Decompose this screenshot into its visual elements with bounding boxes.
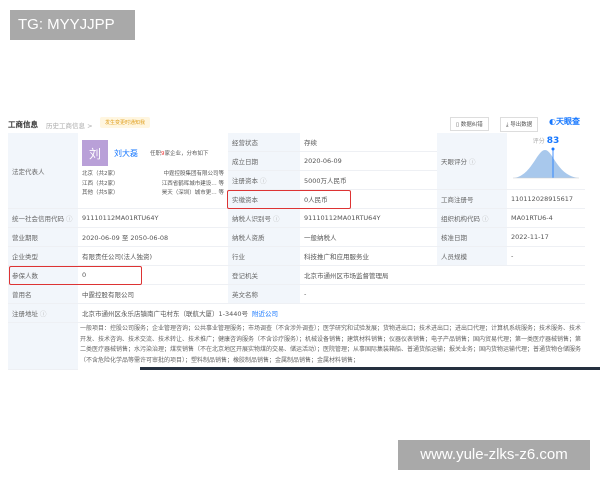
label: 行业 <box>228 247 300 266</box>
watermark-top: TG: MYYJJPP <box>10 10 135 40</box>
watermark-bottom: www.yule-zlks-z6.com <box>398 440 590 470</box>
value: 91110112MA01RTU64Y <box>78 209 228 228</box>
value: 110112028915617 <box>507 190 585 209</box>
export-label: 导出数据 <box>510 122 533 128</box>
label: 经营状态 <box>228 133 300 152</box>
score-chart[interactable]: 评分 83 <box>507 133 585 190</box>
section-title: 工商信息 <box>8 120 38 129</box>
label: 人员规模 <box>437 247 507 266</box>
legal-label: 法定代表人 <box>8 133 78 209</box>
avatar: 刘 <box>82 140 108 166</box>
help-icon[interactable]: ⓘ <box>469 156 476 166</box>
business-info-panel: 工商信息 历史工商信息 > 发生变更时通知我 ▯ 数据纠错 ⤓ 导出数据 ◐天眼… <box>0 110 600 370</box>
value: - <box>507 247 585 266</box>
label: 英文名称 <box>228 285 300 304</box>
label: 曾用名 <box>8 285 78 304</box>
value: 北京市通州区市场监督管理局 <box>300 266 585 285</box>
export-button[interactable]: ⤓ 导出数据 <box>500 117 539 132</box>
report-error-button[interactable]: ▯ 数据纠错 <box>450 117 489 131</box>
business-scope: 一般项目：控股公司服务；企业管理咨询；公共事业管理服务；市场调查（不含涉外调查）… <box>80 325 582 364</box>
highlight-insured-count <box>9 266 142 285</box>
value: 5000万人民币 <box>300 171 437 190</box>
logo: ◐天眼查 <box>549 117 580 126</box>
label: 纳税人识别号 ⓘ <box>228 209 300 228</box>
label: 纳税人资质 <box>228 228 300 247</box>
help-icon[interactable]: ⓘ <box>260 175 267 185</box>
help-icon[interactable]: ⓘ <box>273 213 280 223</box>
help-icon[interactable]: ⓘ <box>482 213 489 223</box>
value: MA01RTU6-4 <box>507 209 585 228</box>
label: 工商注册号 <box>437 190 507 209</box>
label: 注册资本 ⓘ <box>228 171 300 190</box>
nearby-link[interactable]: 附近公司 <box>252 308 278 318</box>
value: 科技推广和应用服务业 <box>300 247 437 266</box>
region-row[interactable]: 其他（共5家） 昊天（深圳）城市更… 等 <box>82 189 224 199</box>
label: 营业期限 <box>8 228 78 247</box>
region-row[interactable]: 江西（共2家） 江西省鹤晖城市建设… 等 <box>82 180 224 190</box>
legal-name-link[interactable]: 刘大磊 <box>114 148 138 159</box>
value: - <box>300 285 585 304</box>
notify-button[interactable]: 发生变更时通知我 <box>100 117 151 128</box>
scope-label-cell <box>8 323 78 370</box>
value: 91110112MA01RTU64Y <box>300 209 437 228</box>
report-label: 数据纠错 <box>460 122 483 128</box>
label: 组织机构代码 ⓘ <box>437 209 507 228</box>
history-link[interactable]: 历史工商信息 > <box>46 120 93 130</box>
label: 核准日期 <box>437 228 507 247</box>
label: 注册地址 ⓘ <box>8 304 78 323</box>
region-row[interactable]: 北京（共2家） 中霆控股集团有限公司等 <box>82 170 224 180</box>
value: 一般纳税人 <box>300 228 437 247</box>
label: 统一社会信用代码 ⓘ <box>8 209 78 228</box>
value: 2020-06-09 至 2050-06-08 <box>78 228 228 247</box>
label: 登记机关 <box>228 266 300 285</box>
score-distribution-icon <box>513 147 579 179</box>
taskbar-strip <box>140 367 600 370</box>
help-icon[interactable]: ⓘ <box>66 213 73 223</box>
label: 天眼评分 ⓘ <box>437 133 507 190</box>
value: 2020-06-09 <box>300 152 437 171</box>
value: 2022-11-17 <box>507 228 585 247</box>
value: 存续 <box>300 133 437 152</box>
highlight-paid-capital <box>227 190 351 209</box>
address-value: 北京市通州区永乐店镇南广屯村东（联航大厦）1-3440号 附近公司 <box>78 304 585 323</box>
help-icon[interactable]: ⓘ <box>40 308 47 318</box>
value: 有限责任公司(法人独资) <box>78 247 228 266</box>
legal-rep: 刘 刘大磊 任职9家企业，分布如下 北京（共2家） 中霆控股集团有限公司等 江西（… <box>78 133 228 209</box>
logo-icon: ◐ <box>549 117 556 126</box>
label: 企业类型 <box>8 247 78 266</box>
label: 成立日期 <box>228 152 300 171</box>
summary: 任职9家企业，分布如下 <box>150 151 209 157</box>
value: 中霆控股有限公司 <box>78 285 228 304</box>
